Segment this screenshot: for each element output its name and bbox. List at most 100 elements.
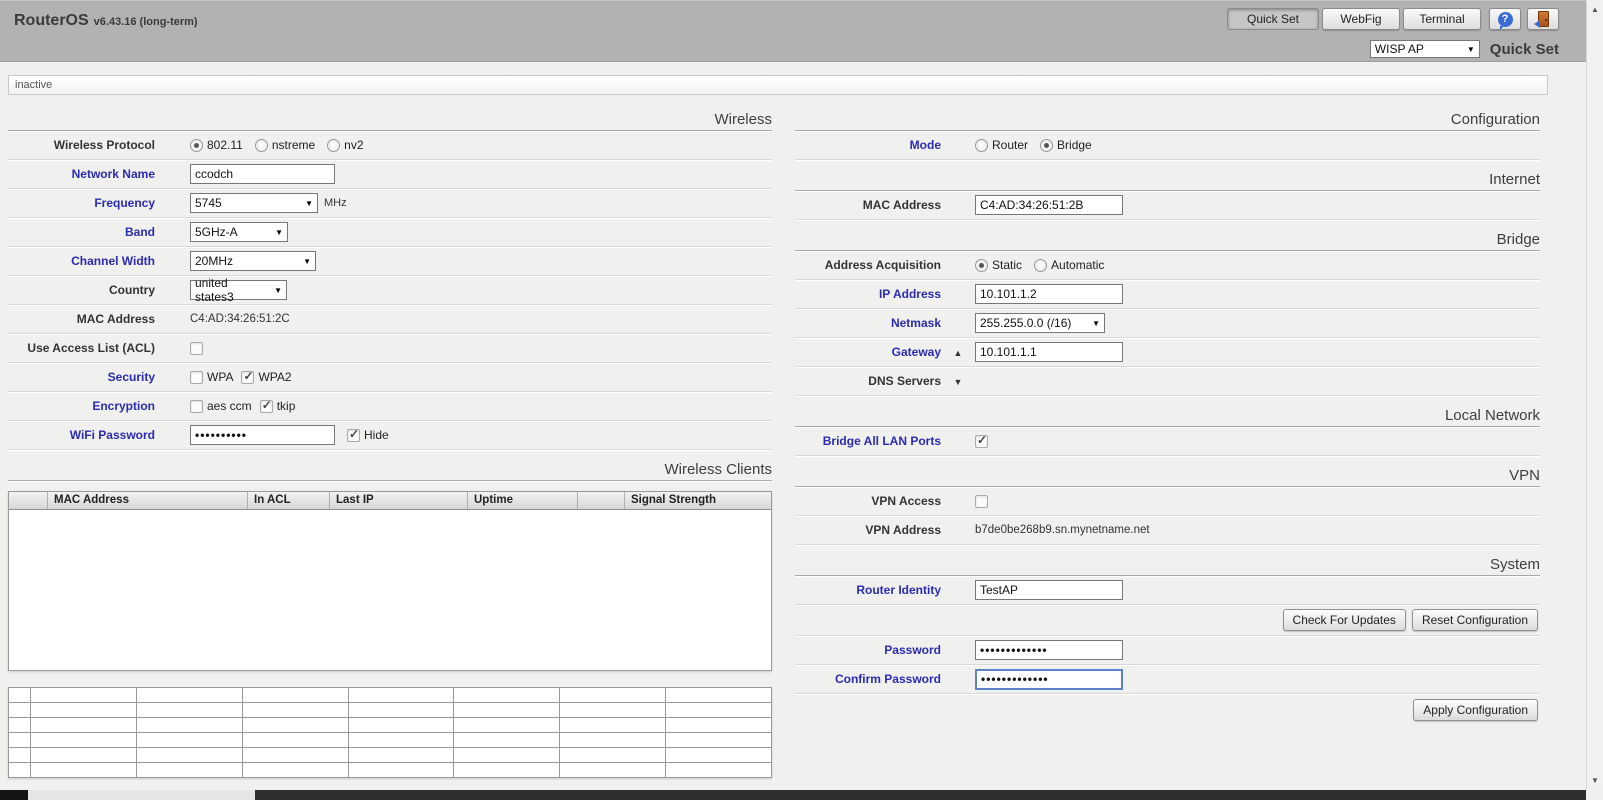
quickset-mode-select[interactable]: WISP AP ▼ <box>1369 40 1480 58</box>
status-text: inactive <box>15 79 53 91</box>
row-address-acquisition: Address Acquisition Static Automatic <box>795 251 1540 280</box>
table-row <box>8 732 772 748</box>
gateway-input[interactable] <box>975 342 1123 362</box>
status-bar: inactive <box>8 75 1548 95</box>
frequency-unit: MHz <box>324 197 347 209</box>
table-row <box>8 762 772 778</box>
scroll-down-arrow-icon[interactable]: ▼ <box>1587 776 1603 785</box>
gateway-label: Gateway <box>891 345 941 359</box>
vpn-access-label: VPN Access <box>871 494 941 508</box>
gateway-collapse-arrow-icon[interactable]: ▲ <box>954 348 963 358</box>
radio-protocol-nv2[interactable] <box>327 138 341 152</box>
radio-mode-bridge[interactable] <box>1040 138 1054 152</box>
col-blank-1 <box>9 492 48 509</box>
row-security: Security WPA WPA2 <box>8 363 772 392</box>
tab-terminal[interactable]: Terminal <box>1403 8 1481 30</box>
help-button[interactable]: ? <box>1489 8 1521 30</box>
radio-mode-bridge-label: Bridge <box>1057 138 1092 152</box>
vpn-address-label: VPN Address <box>865 523 941 537</box>
country-value: united states3 <box>195 276 234 304</box>
check-for-updates-button[interactable]: Check For Updates <box>1282 609 1406 631</box>
router-identity-input[interactable] <box>975 580 1123 600</box>
radio-mode-router[interactable] <box>975 138 988 152</box>
wireless-protocol-label: Wireless Protocol <box>53 138 155 152</box>
password-label: Password <box>884 643 941 657</box>
wifi-password-hide-label: Hide <box>364 428 389 442</box>
country-select[interactable]: united states3 ▼ <box>190 276 287 304</box>
radio-protocol-nstreme[interactable] <box>254 138 268 152</box>
encryption-tkip-checkbox[interactable] <box>259 398 273 413</box>
col-blank-2 <box>578 492 625 509</box>
netmask-label: Netmask <box>890 316 941 330</box>
apply-configuration-button[interactable]: Apply Configuration <box>1413 699 1538 721</box>
section-heading-wireless-clients: Wireless Clients <box>8 457 772 481</box>
vpn-access-checkbox[interactable] <box>975 494 988 508</box>
row-frequency: Frequency 5745 ▼ MHz <box>8 189 772 218</box>
row-apply: Apply Configuration <box>795 694 1540 726</box>
frequency-select[interactable]: 5745 ▼ <box>190 193 318 213</box>
wifi-password-hide-checkbox[interactable] <box>347 427 360 442</box>
header-nav: Quick Set WebFig Terminal ? <box>1224 8 1559 30</box>
section-heading-wireless: Wireless <box>8 107 772 131</box>
radio-acquisition-automatic-label: Automatic <box>1051 258 1105 272</box>
routeros-quickset-page: RouterOS v6.43.16 (long-term) Quick Set W… <box>0 0 1603 800</box>
confirm-password-label: Confirm Password <box>834 672 941 686</box>
encryption-aes-checkbox[interactable] <box>190 399 203 413</box>
wireless-mac-label: MAC Address <box>76 312 155 326</box>
chevron-down-icon: ▼ <box>1092 318 1100 328</box>
wireless-clients-table: MAC Address In ACL Last IP Uptime Signal… <box>8 491 772 671</box>
row-vpn-address: VPN Address b7de0be268b9.sn.mynetname.ne… <box>795 516 1540 545</box>
radio-acquisition-static[interactable] <box>975 258 988 272</box>
netmask-value: 255.255.0.0 (/16) <box>980 316 1072 330</box>
wifi-password-label: WiFi Password <box>69 428 155 442</box>
brand: RouterOS v6.43.16 (long-term) <box>14 12 198 30</box>
tab-quick-set[interactable]: Quick Set <box>1227 8 1319 30</box>
scroll-up-arrow-icon[interactable]: ▲ <box>1587 5 1603 14</box>
logout-button[interactable] <box>1527 8 1559 30</box>
reset-configuration-button[interactable]: Reset Configuration <box>1411 609 1538 631</box>
encryption-aes-label: aes ccm <box>207 399 252 413</box>
radio-protocol-80211-label: 802.11 <box>207 138 243 152</box>
use-acl-checkbox[interactable] <box>190 341 203 355</box>
radio-acquisition-automatic[interactable] <box>1034 258 1048 272</box>
table-row <box>8 717 772 733</box>
security-wpa2-label: WPA2 <box>258 370 292 384</box>
ip-address-input[interactable] <box>975 284 1123 304</box>
password-input[interactable] <box>975 640 1123 660</box>
chevron-down-icon: ▼ <box>1466 44 1475 54</box>
security-wpa-checkbox[interactable] <box>190 370 203 384</box>
radio-protocol-nstreme-label: nstreme <box>271 138 316 152</box>
wireless-mac-value: C4:AD:34:26:51:2C <box>190 313 290 325</box>
chevron-down-icon: ▼ <box>274 285 282 295</box>
row-use-acl: Use Access List (ACL) <box>8 334 772 363</box>
quickset-mode-row: WISP AP ▼ Quick Set <box>1369 40 1559 58</box>
network-name-input[interactable] <box>190 164 335 184</box>
empty-grid-table <box>8 687 772 778</box>
tab-webfig[interactable]: WebFig <box>1322 8 1400 30</box>
wifi-password-input[interactable] <box>190 425 335 445</box>
encryption-label: Encryption <box>92 399 155 413</box>
row-internet-mac: MAC Address <box>795 191 1540 220</box>
horizontal-scrollbar[interactable] <box>0 790 1586 800</box>
bridge-all-lan-checkbox[interactable] <box>975 433 988 448</box>
radio-protocol-80211[interactable] <box>190 138 203 152</box>
dns-servers-expand-arrow-icon[interactable]: ▼ <box>954 377 963 387</box>
table-row <box>8 687 772 703</box>
security-wpa2-checkbox[interactable] <box>241 369 255 384</box>
router-identity-label: Router Identity <box>856 583 941 597</box>
channel-width-select[interactable]: 20MHz ▼ <box>190 251 316 271</box>
quickset-mode-value: WISP AP <box>1374 42 1424 56</box>
dns-servers-label: DNS Servers <box>868 374 941 388</box>
netmask-select[interactable]: 255.255.0.0 (/16) ▼ <box>975 313 1105 333</box>
vertical-scrollbar[interactable]: ▲ ▼ <box>1586 0 1603 790</box>
confirm-password-input[interactable] <box>975 668 1123 690</box>
row-wireless-protocol: Wireless Protocol 802.11 nstreme nv2 <box>8 131 772 160</box>
top-header-bar: RouterOS v6.43.16 (long-term) Quick Set W… <box>0 0 1586 62</box>
horizontal-scroll-thumb[interactable] <box>28 790 255 800</box>
brand-version: v6.43.16 (long-term) <box>93 16 198 28</box>
internet-mac-input[interactable] <box>975 195 1123 215</box>
band-select[interactable]: 5GHz-A ▼ <box>190 222 288 242</box>
band-value: 5GHz-A <box>195 225 238 239</box>
table-row <box>8 747 772 763</box>
chevron-down-icon: ▼ <box>305 198 313 208</box>
